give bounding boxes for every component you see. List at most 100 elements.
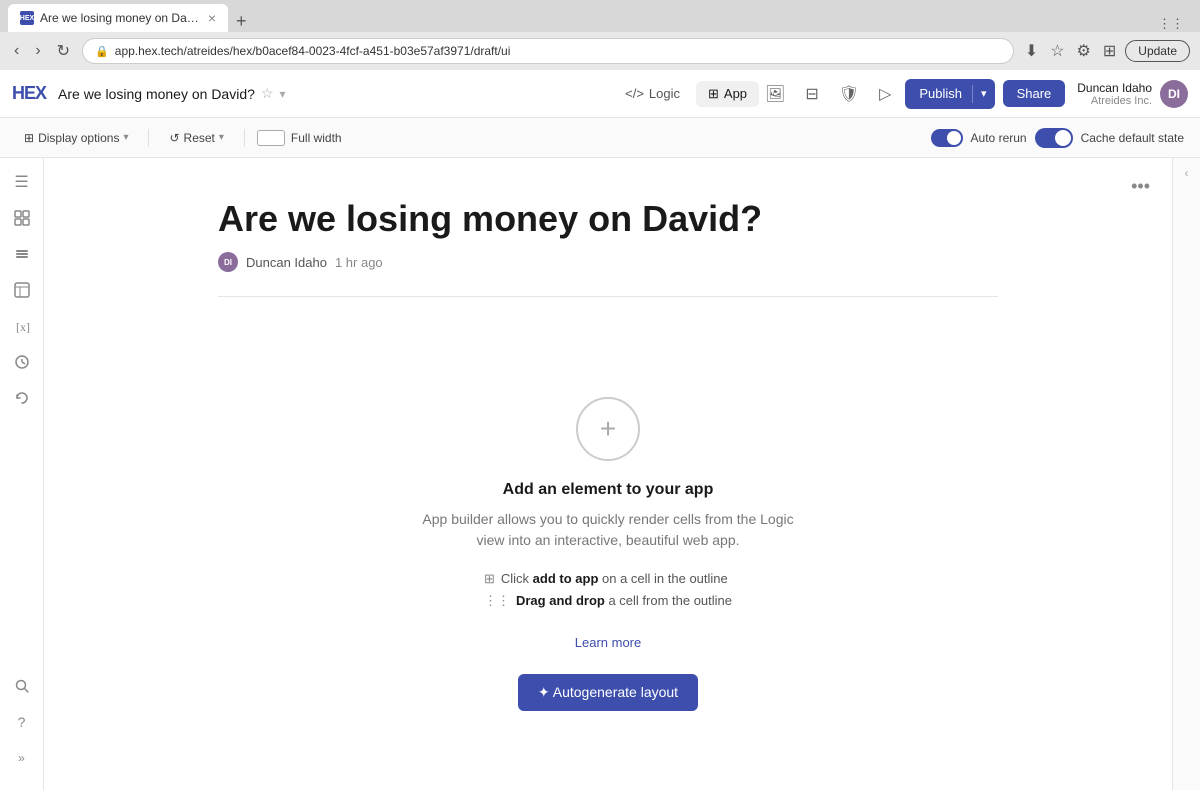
favorite-icon[interactable]: ☆ — [261, 85, 274, 102]
sidebar-item-grid[interactable] — [6, 202, 38, 234]
forward-button[interactable]: › — [31, 40, 44, 62]
sidebar-item-clock[interactable] — [6, 346, 38, 378]
empty-state: + Add an element to your app App builder… — [218, 337, 998, 771]
content-inner: Are we losing money on David? DI Duncan … — [158, 158, 1058, 790]
doc-title-area: Are we losing money on David? ☆ ▾ — [58, 85, 613, 102]
publish-divider — [972, 85, 973, 103]
extensions-icon[interactable]: ⚙ — [1074, 38, 1094, 64]
reset-chevron: ▾ — [219, 132, 224, 143]
shield-icon[interactable]: 🛡 — [833, 80, 865, 108]
display-options-icon: ⊞ — [24, 131, 34, 145]
header-right: 🖼 ⊟ 🛡 ▷ Publish ▾ Share Duncan Idaho Atr… — [759, 79, 1188, 109]
user-name: Duncan Idaho — [1077, 81, 1152, 95]
tab-app[interactable]: ⊞ App — [696, 81, 759, 107]
autogenerate-button[interactable]: ✦ Autogenerate layout — [518, 674, 698, 711]
tab-app-label: App — [724, 86, 747, 101]
reload-button[interactable]: ↻ — [53, 39, 74, 63]
layers-icon — [14, 246, 30, 262]
update-button[interactable]: Update — [1125, 40, 1190, 62]
instr1-prefix: Click — [501, 571, 533, 586]
clock-icon — [14, 354, 30, 370]
full-width-checkbox[interactable] — [257, 130, 285, 146]
instr2-suffix: a cell from the outline — [605, 593, 732, 608]
reset-button[interactable]: ↺ Reset ▾ — [161, 127, 231, 149]
app-header: HEX Are we losing money on David? ☆ ▾ </… — [0, 70, 1200, 118]
present-icon[interactable]: ▷ — [873, 80, 897, 108]
sidebar-item-table[interactable] — [6, 274, 38, 306]
more-options-button[interactable]: ••• — [1125, 174, 1156, 199]
table-icon — [14, 282, 30, 298]
profile-icon[interactable]: ⊞ — [1100, 38, 1119, 64]
browser-menu-icon[interactable]: ⋮⋮ — [1150, 16, 1192, 32]
toolbar-divider-2 — [244, 129, 245, 147]
content-area: ••• Are we losing money on David? DI Dun… — [44, 158, 1172, 790]
reset-label: Reset — [184, 131, 215, 145]
svg-text:[x]: [x] — [16, 320, 30, 334]
instruction1-text: Click add to app on a cell in the outlin… — [501, 571, 728, 586]
sidebar-item-search[interactable] — [6, 670, 38, 702]
full-width-toggle[interactable]: Full width — [257, 130, 342, 146]
doc-divider — [218, 296, 998, 297]
user-company: Atreides Inc. — [1091, 95, 1152, 107]
sidebar-item-formula[interactable]: [x] — [6, 310, 38, 342]
sidebar-item-layers[interactable] — [6, 238, 38, 270]
logo-text: HEX — [12, 83, 46, 104]
tab-title: Are we losing money on David... — [40, 11, 202, 25]
auto-rerun-label: Auto rerun — [971, 131, 1027, 145]
browser-tab[interactable]: HEX Are we losing money on David... × — [8, 4, 228, 32]
sidebar-item-history[interactable] — [6, 382, 38, 414]
right-panel-toggle[interactable]: ‹ — [1181, 162, 1193, 184]
tab-logic-label: Logic — [649, 86, 680, 101]
lock-icon: 🔒 — [95, 45, 109, 58]
address-text: app.hex.tech/atreides/hex/b0acef84-0023-… — [115, 44, 511, 58]
download-icon[interactable]: ⬇ — [1022, 38, 1041, 64]
bookmark-icon[interactable]: ☆ — [1047, 38, 1067, 64]
full-width-label: Full width — [291, 131, 342, 145]
title-dropdown-icon[interactable]: ▾ — [279, 87, 285, 101]
image-icon[interactable]: 🖼 — [759, 80, 791, 108]
address-bar[interactable]: 🔒 app.hex.tech/atreides/hex/b0acef84-002… — [82, 38, 1014, 64]
display-options-button[interactable]: ⊞ Display options ▾ — [16, 127, 136, 149]
search-icon — [14, 678, 30, 694]
back-button[interactable]: ‹ — [10, 40, 23, 62]
sidebar-item-menu[interactable]: ☰ — [6, 166, 38, 198]
auto-rerun-toggle[interactable] — [931, 129, 963, 147]
formula-icon: [x] — [14, 318, 30, 334]
toolbar-right: Auto rerun Cache default state — [931, 128, 1184, 148]
display-options-label: Display options — [38, 131, 119, 145]
browser-chrome: HEX Are we losing money on David... × + … — [0, 0, 1200, 70]
doc-timestamp: 1 hr ago — [335, 255, 383, 270]
cache-toggle[interactable] — [1035, 128, 1073, 148]
instr2-prefix: Drag and drop — [516, 593, 605, 608]
sidebar-item-help[interactable]: ? — [6, 706, 38, 738]
cache-label: Cache default state — [1081, 131, 1184, 145]
app-icon: ⊞ — [708, 86, 719, 102]
share-button[interactable]: Share — [1003, 80, 1066, 107]
doc-header: Are we losing money on David? DI Duncan … — [218, 198, 998, 272]
cache-knob — [1055, 130, 1071, 146]
hex-logo[interactable]: HEX — [12, 83, 46, 104]
sidebar-item-expand[interactable]: » — [6, 742, 38, 774]
doc-meta: DI Duncan Idaho 1 hr ago — [218, 252, 998, 272]
avatar[interactable]: DI — [1160, 80, 1188, 108]
tab-logic[interactable]: </> Logic — [613, 81, 692, 106]
layout-icon[interactable]: ⊟ — [799, 80, 824, 108]
author-name: Duncan Idaho — [246, 255, 327, 270]
tab-close-icon[interactable]: × — [208, 10, 216, 26]
instr1-suffix: on a cell in the outline — [598, 571, 727, 586]
empty-state-instructions: ⊞ Click add to app on a cell in the outl… — [484, 571, 732, 615]
user-info: Duncan Idaho Atreides Inc. — [1077, 81, 1152, 107]
publish-caret-icon[interactable]: ▾ — [979, 87, 995, 100]
doc-title: Are we losing money on David? — [58, 86, 255, 102]
author-avatar: DI — [218, 252, 238, 272]
main-layout: ☰ [x] — [0, 158, 1200, 790]
doc-main-title: Are we losing money on David? — [218, 198, 998, 240]
publish-button[interactable]: Publish ▾ — [905, 79, 994, 109]
toolbar: ⊞ Display options ▾ ↺ Reset ▾ Full width… — [0, 118, 1200, 158]
instr1-keyword: add to app — [533, 571, 599, 586]
right-panel: ‹ — [1172, 158, 1200, 790]
add-element-button[interactable]: + — [576, 397, 640, 461]
learn-more-link[interactable]: Learn more — [575, 635, 641, 650]
display-options-chevron: ▾ — [123, 132, 128, 143]
new-tab-button[interactable]: + — [228, 11, 255, 32]
